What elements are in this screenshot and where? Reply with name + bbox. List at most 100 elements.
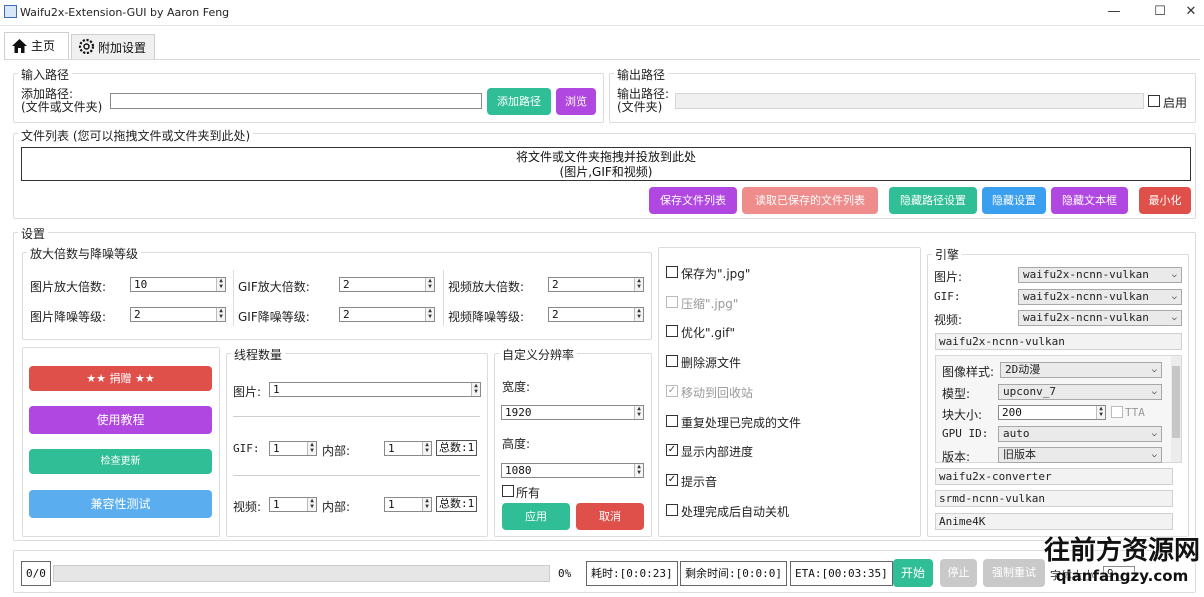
input-path-group-title: 输入路径 [18,66,73,83]
option-label: 显示内部进度 [681,445,754,460]
video-noise-spinbox[interactable]: 2 ▲ ▼ [548,307,644,322]
video-scale-spinbox[interactable]: 2 ▲ ▼ [548,277,644,292]
cancel-button[interactable]: 取消 [576,503,644,530]
engine-gif-label: GIF: [934,290,961,303]
maximize-window-button[interactable]: ☐ [1152,4,1168,20]
engine-section-waifu2x-ncnn-vulkan[interactable]: waifu2x-ncnn-vulkan [935,333,1182,350]
height-spinbox[interactable]: 1080 ▲ ▼ [501,463,644,478]
tile-size-spinbox[interactable]: 200 ▲ ▼ [998,405,1106,420]
progress-percent: 0% [558,567,572,580]
threads-image-label: 图片: [233,385,262,399]
model-label: 模型: [942,387,971,401]
tutorial-button[interactable]: 使用教程 [29,406,212,434]
output-path-group-title: 输出路径 [614,66,669,83]
width-spinbox[interactable]: 1920 ▲ ▼ [501,405,644,420]
compatibility-test-button[interactable]: 兼容性测试 [29,490,212,518]
image-scale-spinbox[interactable]: 10 ▲ ▼ [130,277,226,292]
start-button[interactable]: 开始 [893,559,933,587]
threads-group-title: 线程数量 [231,346,286,363]
engine-section-srmd-ncnn-vulkan[interactable]: srmd-ncnn-vulkan [935,490,1173,507]
option-label: 压缩".jpg" [681,296,739,311]
engine-section-anime4k[interactable]: Anime4K [935,513,1173,530]
remaining-time: 剩余时间:[0:0:0] [680,561,787,586]
option-checkbox[interactable] [666,266,678,278]
height-label: 高度: [502,437,531,451]
option-checkbox[interactable] [666,325,678,338]
file-drop-area[interactable]: 将文件或文件夹拖拽并投放到此处 (图片,GIF和视频) [21,147,1191,181]
video-scale-label: 视频放大倍数: [448,280,525,294]
option-checkbox[interactable] [666,355,678,368]
elapsed-time: 耗时:[0:0:23] [586,561,678,586]
divider [233,270,234,326]
input-path-field[interactable] [110,93,482,109]
minimize-button[interactable]: 最小化 [1139,187,1191,214]
engine-image-select[interactable]: waifu2x-ncnn-vulkan ⌵ [1018,267,1182,283]
threads-gif-inner-spinbox[interactable]: 1 ▲ ▼ [384,441,432,456]
all-checkbox[interactable] [502,485,514,497]
engine-image-label: 图片: [934,270,963,284]
option-label: 移动到回收站 [681,385,754,400]
option-label: 重复处理已完成的文件 [681,415,802,430]
engine-video-select[interactable]: waifu2x-ncnn-vulkan ⌵ [1018,310,1182,326]
check-update-button[interactable]: 检查更新 [29,449,212,474]
option-checkbox[interactable]: ✓ [666,473,678,486]
gif-noise-spinbox[interactable]: 2 ▲ ▼ [339,307,435,322]
divider [443,270,444,326]
force-retry-button[interactable]: 强制重试 [983,559,1045,587]
threads-video-label: 视频: [233,500,262,514]
version-label: 版本: [942,450,971,464]
load-file-list-button[interactable]: 读取已保存的文件列表 [742,187,878,214]
image-scale-label: 图片放大倍数: [30,280,107,294]
hide-settings-button[interactable]: 隐藏设置 [982,187,1046,214]
save-file-list-button[interactable]: 保存文件列表 [649,187,737,214]
option-checkbox[interactable]: ✓ [666,384,678,397]
tab-home[interactable]: 主页 [4,32,69,59]
tta-checkbox[interactable] [1111,406,1123,418]
engine-settings-scrollbar[interactable] [1171,356,1181,462]
option-label: 提示音 [681,474,718,489]
minimize-window-button[interactable]: — [1106,4,1122,20]
title-bar: Waifu2x-Extension-GUI by Aaron Feng — ☐ … [0,0,1204,26]
image-style-select[interactable]: 2D动漫 ⌵ [1000,362,1162,378]
all-label: 所有 [516,486,541,500]
close-window-button[interactable]: ✕ [1183,4,1199,20]
progress-bar [53,565,550,582]
gpu-id-select[interactable]: auto ⌵ [998,426,1162,442]
tab-extra-settings[interactable]: 附加设置 [71,34,155,59]
threads-video-spinbox[interactable]: 1 ▲ ▼ [269,497,317,512]
option-checkbox[interactable]: ✓ [666,444,678,457]
option-label: 优化".gif" [681,326,736,341]
output-path-label: 输出路径: (文件夹) [617,87,670,114]
hide-textbox-button[interactable]: 隐藏文本框 [1051,187,1128,214]
model-select[interactable]: upconv_7 ⌵ [998,384,1162,400]
window-title: Waifu2x-Extension-GUI by Aaron Feng [20,6,230,19]
engine-gif-select[interactable]: waifu2x-ncnn-vulkan ⌵ [1018,289,1182,305]
option-label: 删除源文件 [681,356,742,371]
app-icon [4,5,17,18]
donate-button[interactable]: ★★ 捐赠 ★★ [29,366,212,391]
engine-video-label: 视频: [934,313,963,327]
option-checkbox[interactable] [666,295,678,308]
browse-button[interactable]: 浏览 [556,88,596,115]
stop-button[interactable]: 停止 [940,559,977,587]
engine-section-waifu2x-converter[interactable]: waifu2x-converter [935,468,1173,485]
option-checkbox[interactable] [666,414,678,427]
threads-gif-spinbox[interactable]: 1 ▲ ▼ [269,441,317,456]
output-path-enable-label: 启用 [1163,96,1188,110]
hide-path-settings-button[interactable]: 隐藏路径设置 [889,187,977,214]
option-label: 处理完成后自动关机 [681,504,790,519]
output-path-field[interactable] [675,93,1144,109]
add-path-button[interactable]: 添加路径 [487,88,551,115]
threads-image-spinbox[interactable]: 1 ▲ ▼ [269,382,481,397]
option-checkbox[interactable] [666,503,678,516]
gif-scale-spinbox[interactable]: 2 ▲ ▼ [339,277,435,292]
version-select[interactable]: 旧版本 ⌵ [998,447,1162,463]
threads-video-inner-spinbox[interactable]: 1 ▲ ▼ [384,497,432,512]
gear-icon [78,38,95,55]
output-path-enable-checkbox[interactable] [1148,95,1160,107]
apply-button[interactable]: 应用 [502,503,570,530]
image-noise-label: 图片降噪等级: [30,310,107,324]
option-label: 保存为".jpg" [681,267,751,281]
file-list-group-title: 文件列表 (您可以拖拽文件或文件夹到此处) [18,127,254,144]
image-noise-spinbox[interactable]: 2 ▲ ▼ [130,307,226,322]
